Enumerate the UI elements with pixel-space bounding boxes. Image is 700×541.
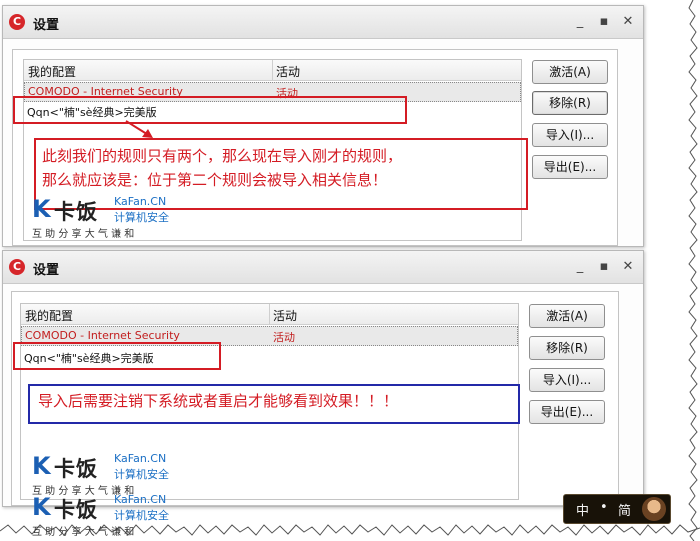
kafan-k-logo-icon: K — [32, 195, 51, 223]
maximize-button[interactable]: ▪ — [595, 258, 613, 276]
watermark-motto: 互 助 分 享 大 气 谦 和 — [32, 229, 135, 240]
export-button[interactable]: 导出(E)... — [529, 400, 605, 424]
maximize-button[interactable]: ▪ — [595, 13, 613, 31]
title-bar[interactable]: C 设置 _ ▪ ✕ — [3, 251, 643, 284]
import-button[interactable]: 导入(I)... — [532, 123, 608, 147]
column-header-active[interactable]: 活动 — [276, 63, 300, 80]
annotation-text: 导入后需要注销下系统或者重启才能够看到效果！！！ — [38, 392, 399, 410]
remove-button[interactable]: 移除(R) — [532, 91, 608, 115]
list-header: 我的配置 活动 — [24, 60, 521, 81]
window-title: 设置 — [33, 263, 60, 278]
kafan-watermark: K 卡饭 KaFan.CN 计算机安全 互 助 分 享 大 气 谦 和 — [32, 195, 192, 240]
watermark-en: KaFan.CN — [114, 493, 167, 506]
kafan-k-logo-icon: K — [32, 452, 51, 480]
window-title: 设置 — [33, 18, 60, 33]
export-button[interactable]: 导出(E)... — [532, 155, 608, 179]
column-divider[interactable] — [269, 304, 270, 324]
ime-punctuation-icon[interactable]: • — [600, 500, 608, 515]
watermark-en: KaFan.CN — [114, 195, 167, 208]
kafan-k-logo-icon: K — [32, 493, 51, 521]
watermark-cn: 卡饭 — [54, 200, 98, 224]
watermark-sub: 计算机安全 — [114, 211, 169, 224]
list-header: 我的配置 活动 — [21, 304, 518, 325]
import-button[interactable]: 导入(I)... — [529, 368, 605, 392]
highlight-new-rule — [13, 96, 407, 124]
config-status: 活动 — [273, 331, 295, 344]
watermark-sub: 计算机安全 — [114, 509, 169, 522]
activate-button[interactable]: 激活(A) — [529, 304, 605, 328]
column-header-config[interactable]: 我的配置 — [28, 63, 76, 80]
config-name: COMODO - Internet Security — [25, 329, 180, 342]
title-bar[interactable]: C 设置 _ ▪ ✕ — [3, 6, 643, 39]
watermark-cn: 卡饭 — [54, 457, 98, 481]
kafan-watermark: K 卡饭 KaFan.CN 计算机安全 互 助 分 享 大 气 谦 和 — [32, 493, 192, 538]
kafan-watermark: K 卡饭 KaFan.CN 计算机安全 互 助 分 享 大 气 谦 和 — [32, 452, 192, 497]
watermark-sub: 计算机安全 — [114, 468, 169, 481]
annotation-text: 那么就应该是：位于第二个规则会被导入相关信息！ — [42, 171, 388, 189]
annotation-text: 此刻我们的规则只有两个，那么现在导入刚才的规则， — [42, 147, 403, 165]
close-button[interactable]: ✕ — [619, 258, 637, 276]
comodo-logo-icon: C — [9, 259, 25, 275]
watermark-en: KaFan.CN — [114, 452, 167, 465]
column-header-config[interactable]: 我的配置 — [25, 307, 73, 324]
remove-button[interactable]: 移除(R) — [529, 336, 605, 360]
watermark-cn: 卡饭 — [54, 498, 98, 522]
close-button[interactable]: ✕ — [619, 13, 637, 31]
minimize-button[interactable]: _ — [571, 13, 589, 31]
column-divider[interactable] — [272, 60, 273, 80]
ime-toolbar[interactable]: 中 • 简 — [563, 494, 671, 524]
torn-edge-right — [688, 0, 698, 541]
minimize-button[interactable]: _ — [571, 258, 589, 276]
ime-language-toggle[interactable]: 中 — [576, 500, 589, 519]
ime-avatar-icon[interactable] — [642, 497, 666, 521]
ime-simplified-toggle[interactable]: 简 — [618, 500, 631, 519]
column-header-active[interactable]: 活动 — [273, 307, 297, 324]
highlight-imported-rule — [13, 342, 221, 370]
watermark-motto: 互 助 分 享 大 气 谦 和 — [32, 527, 135, 538]
activate-button[interactable]: 激活(A) — [532, 60, 608, 84]
comodo-logo-icon: C — [9, 14, 25, 30]
